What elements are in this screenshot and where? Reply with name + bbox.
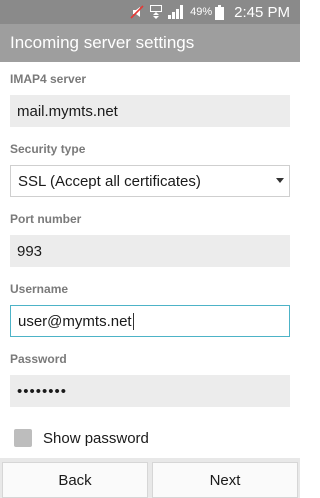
page-title: Incoming server settings: [10, 33, 195, 52]
password-value: ••••••••: [17, 382, 68, 400]
status-bar: 49% 2:45 PM: [0, 0, 300, 24]
battery-icon: [215, 4, 225, 20]
show-password-label: Show password: [43, 429, 149, 447]
show-password-row[interactable]: Show password: [14, 429, 149, 447]
mute-icon: [130, 5, 144, 19]
battery-percent: 49%: [190, 6, 213, 18]
username-label: Username: [10, 282, 69, 296]
text-caret: [132, 312, 134, 330]
imap-server-label: IMAP4 server: [10, 72, 87, 86]
show-password-checkbox[interactable]: [14, 429, 32, 447]
imap-server-value: mail.mymts.net: [17, 102, 118, 120]
password-field[interactable]: ••••••••: [10, 375, 290, 407]
status-time: 2:45 PM: [234, 3, 290, 21]
bottom-button-bar: Back Next: [0, 458, 300, 498]
security-type-value: SSL (Accept all certificates): [18, 172, 201, 190]
security-type-select[interactable]: SSL (Accept all certificates): [10, 165, 290, 197]
security-type-label: Security type: [10, 142, 86, 156]
app-bar: Incoming server settings: [0, 24, 300, 62]
next-button[interactable]: Next: [152, 462, 298, 498]
dropdown-arrow-icon: [276, 178, 284, 183]
password-label: Password: [10, 352, 67, 366]
lte-icon: [150, 5, 163, 19]
username-value: user@mymts.net: [18, 312, 132, 330]
username-field[interactable]: user@mymts.net: [10, 305, 290, 337]
port-number-value: 993: [17, 242, 43, 260]
port-number-label: Port number: [10, 212, 82, 226]
signal-icon: [168, 5, 184, 19]
back-button[interactable]: Back: [2, 462, 148, 498]
port-number-field[interactable]: 993: [10, 235, 290, 267]
imap-server-field[interactable]: mail.mymts.net: [10, 95, 290, 127]
